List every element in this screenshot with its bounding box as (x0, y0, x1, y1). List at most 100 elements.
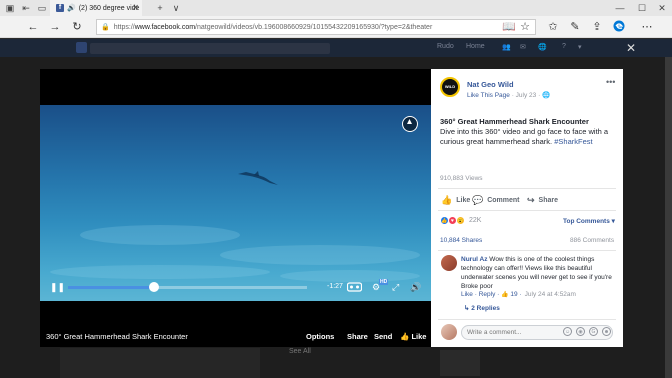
comment-button[interactable]: 💬 Comment (472, 195, 520, 206)
url-scheme: https:// (113, 23, 135, 31)
shares-count-link[interactable]: 10,884 Shares (440, 237, 482, 244)
maximize-icon[interactable]: ☐ (636, 2, 648, 14)
notifications-icon[interactable]: 🌐 (538, 43, 547, 51)
video-share-link[interactable]: Share (347, 332, 368, 341)
like-button[interactable]: 👍 Like (441, 195, 470, 206)
tab-list-chevron-icon[interactable]: ∨ (170, 2, 182, 14)
speaker-icon[interactable]: 🔊 (67, 4, 76, 12)
vr-headset-icon[interactable] (346, 282, 363, 295)
forward-icon[interactable]: → (48, 20, 62, 34)
lock-icon: 🔒 (101, 24, 110, 31)
view-replies-link[interactable]: ↳ 2 Replies (464, 304, 500, 312)
reading-view-icon[interactable]: 📖 (502, 20, 516, 34)
url-host: www.facebook.com (134, 23, 196, 31)
360-compass-icon[interactable] (402, 116, 418, 132)
like-reaction-icon: 👍 (501, 292, 509, 298)
messages-icon[interactable]: ✉ (520, 43, 526, 51)
facebook-favicon-icon: f (56, 4, 64, 12)
play-pause-icon[interactable]: ❚❚ (50, 282, 65, 293)
current-user-avatar (441, 324, 457, 340)
window-close-icon[interactable]: ✕ (656, 2, 668, 14)
video-scrubber-handle[interactable] (149, 282, 160, 292)
thumbs-up-icon: 👍 (441, 195, 453, 205)
video-like-label: Like (411, 332, 427, 341)
comment-like-link[interactable]: Like (461, 291, 473, 298)
minimize-icon[interactable]: — (614, 2, 626, 14)
tab-preview-icon[interactable]: ▭ (36, 2, 48, 14)
facebook-search-input[interactable] (90, 43, 330, 54)
comment-like-count[interactable]: 19 (510, 291, 517, 298)
hammerhead-shark-shape (238, 171, 278, 185)
sharkfest-hashtag-link[interactable]: #SharkFest (554, 137, 592, 146)
video-options-link[interactable]: Options (306, 332, 334, 341)
wow-reaction-icon: 😮 (456, 216, 465, 225)
tab-manager-icon[interactable]: ▣ (4, 2, 16, 14)
favorites-hub-icon[interactable]: ✩ (546, 20, 560, 34)
share-icon[interactable]: ⇪ (590, 20, 604, 34)
chevron-down-icon: ▾ (611, 218, 615, 225)
top-comments-dropdown[interactable]: Top Comments ▾ (563, 217, 615, 225)
share-button-label: Share (538, 197, 559, 204)
comment-actions: Like · Reply · 👍 19 · July 24 at 4:52am (461, 291, 576, 298)
scrollbar[interactable] (665, 57, 672, 378)
background-feed-area (60, 348, 260, 378)
new-tab-button[interactable]: + (154, 2, 166, 14)
view-count: 910,883 Views (440, 175, 483, 182)
comment-author-link[interactable]: Nurul Az (461, 256, 487, 263)
comment-reply-link[interactable]: Reply (479, 291, 496, 298)
video-like-link[interactable]: 👍 Like (400, 332, 426, 341)
address-bar[interactable]: 🔒 https:// www.facebook.com /natgeowild/… (96, 19, 536, 35)
fb-header-item-home[interactable]: Home (466, 43, 485, 50)
refresh-icon[interactable]: ↻ (70, 20, 84, 34)
comment-count[interactable]: 886 Comments (570, 237, 614, 244)
top-comments-label: Top Comments (563, 218, 610, 225)
tab-title: (2) 360 degree vide (78, 4, 140, 12)
like-button-label: Like (456, 197, 471, 204)
browser-tab[interactable]: f 🔊 (2) 360 degree vide ✕ (50, 0, 142, 16)
close-theater-icon[interactable]: ✕ (626, 41, 636, 55)
divider (438, 250, 616, 251)
like-this-page-link[interactable]: Like This Page (467, 92, 510, 99)
url-path: /natgeowild/videos/vb.196008660929/10155… (195, 23, 433, 31)
comment-time[interactable]: July 24 at 4:52am (525, 291, 576, 298)
tab-close-icon[interactable]: ✕ (132, 3, 139, 12)
divider (438, 319, 616, 320)
facebook-logo-icon (76, 42, 87, 53)
sticker-icon[interactable]: ☻ (602, 327, 611, 336)
help-icon[interactable]: ? (562, 43, 566, 50)
camera-icon[interactable]: ◉ (576, 327, 585, 336)
fb-header-item-profile[interactable]: Rudo (437, 43, 454, 50)
divider (438, 210, 616, 211)
favorite-star-icon[interactable]: ☆ (518, 20, 532, 34)
time-remaining: -1:27 (327, 283, 343, 290)
hd-badge: HD (379, 279, 389, 285)
page-meta: Like This Page · July 23 · 🌐 (467, 92, 551, 99)
gif-icon[interactable]: G (589, 327, 598, 336)
share-button[interactable]: ↪ Share (527, 195, 558, 206)
comment-button-label: Comment (487, 197, 520, 204)
friend-requests-icon[interactable]: 👥 (502, 43, 511, 51)
fullscreen-icon[interactable]: ⤢ (392, 282, 399, 293)
more-menu-icon[interactable]: ⋯ (640, 20, 654, 34)
post-options-icon[interactable]: ••• (606, 77, 615, 87)
reactions-summary[interactable]: 👍 ♥ 😮 (440, 216, 465, 225)
account-menu-icon[interactable]: ▾ (578, 43, 582, 51)
post-date[interactable]: July 23 (516, 92, 537, 99)
globe-icon: 🌐 (542, 92, 551, 99)
edge-logo-icon[interactable] (612, 20, 626, 34)
reaction-count[interactable]: 22K (469, 217, 481, 224)
thumbs-up-icon: 👍 (400, 332, 410, 341)
nat-geo-wild-avatar[interactable]: WILD (440, 77, 460, 97)
see-all-link[interactable]: See All (289, 348, 311, 355)
navigation-bar: ← → ↻ 🔒 https:// www.facebook.com /natge… (0, 16, 672, 38)
emoji-icon[interactable]: ☺ (563, 327, 572, 336)
volume-icon[interactable]: 🔊 (410, 282, 421, 293)
back-icon[interactable]: ← (26, 20, 40, 34)
video-progress-fill (68, 286, 155, 289)
commenter-avatar[interactable] (441, 255, 457, 271)
page-name-link[interactable]: Nat Geo Wild (467, 80, 514, 89)
video-title: 360° Great Hammerhead Shark Encounter (46, 332, 188, 341)
set-aside-tabs-icon[interactable]: ⇤ (20, 2, 32, 14)
web-note-icon[interactable]: ✎ (568, 20, 582, 34)
video-send-link[interactable]: Send (374, 332, 392, 341)
